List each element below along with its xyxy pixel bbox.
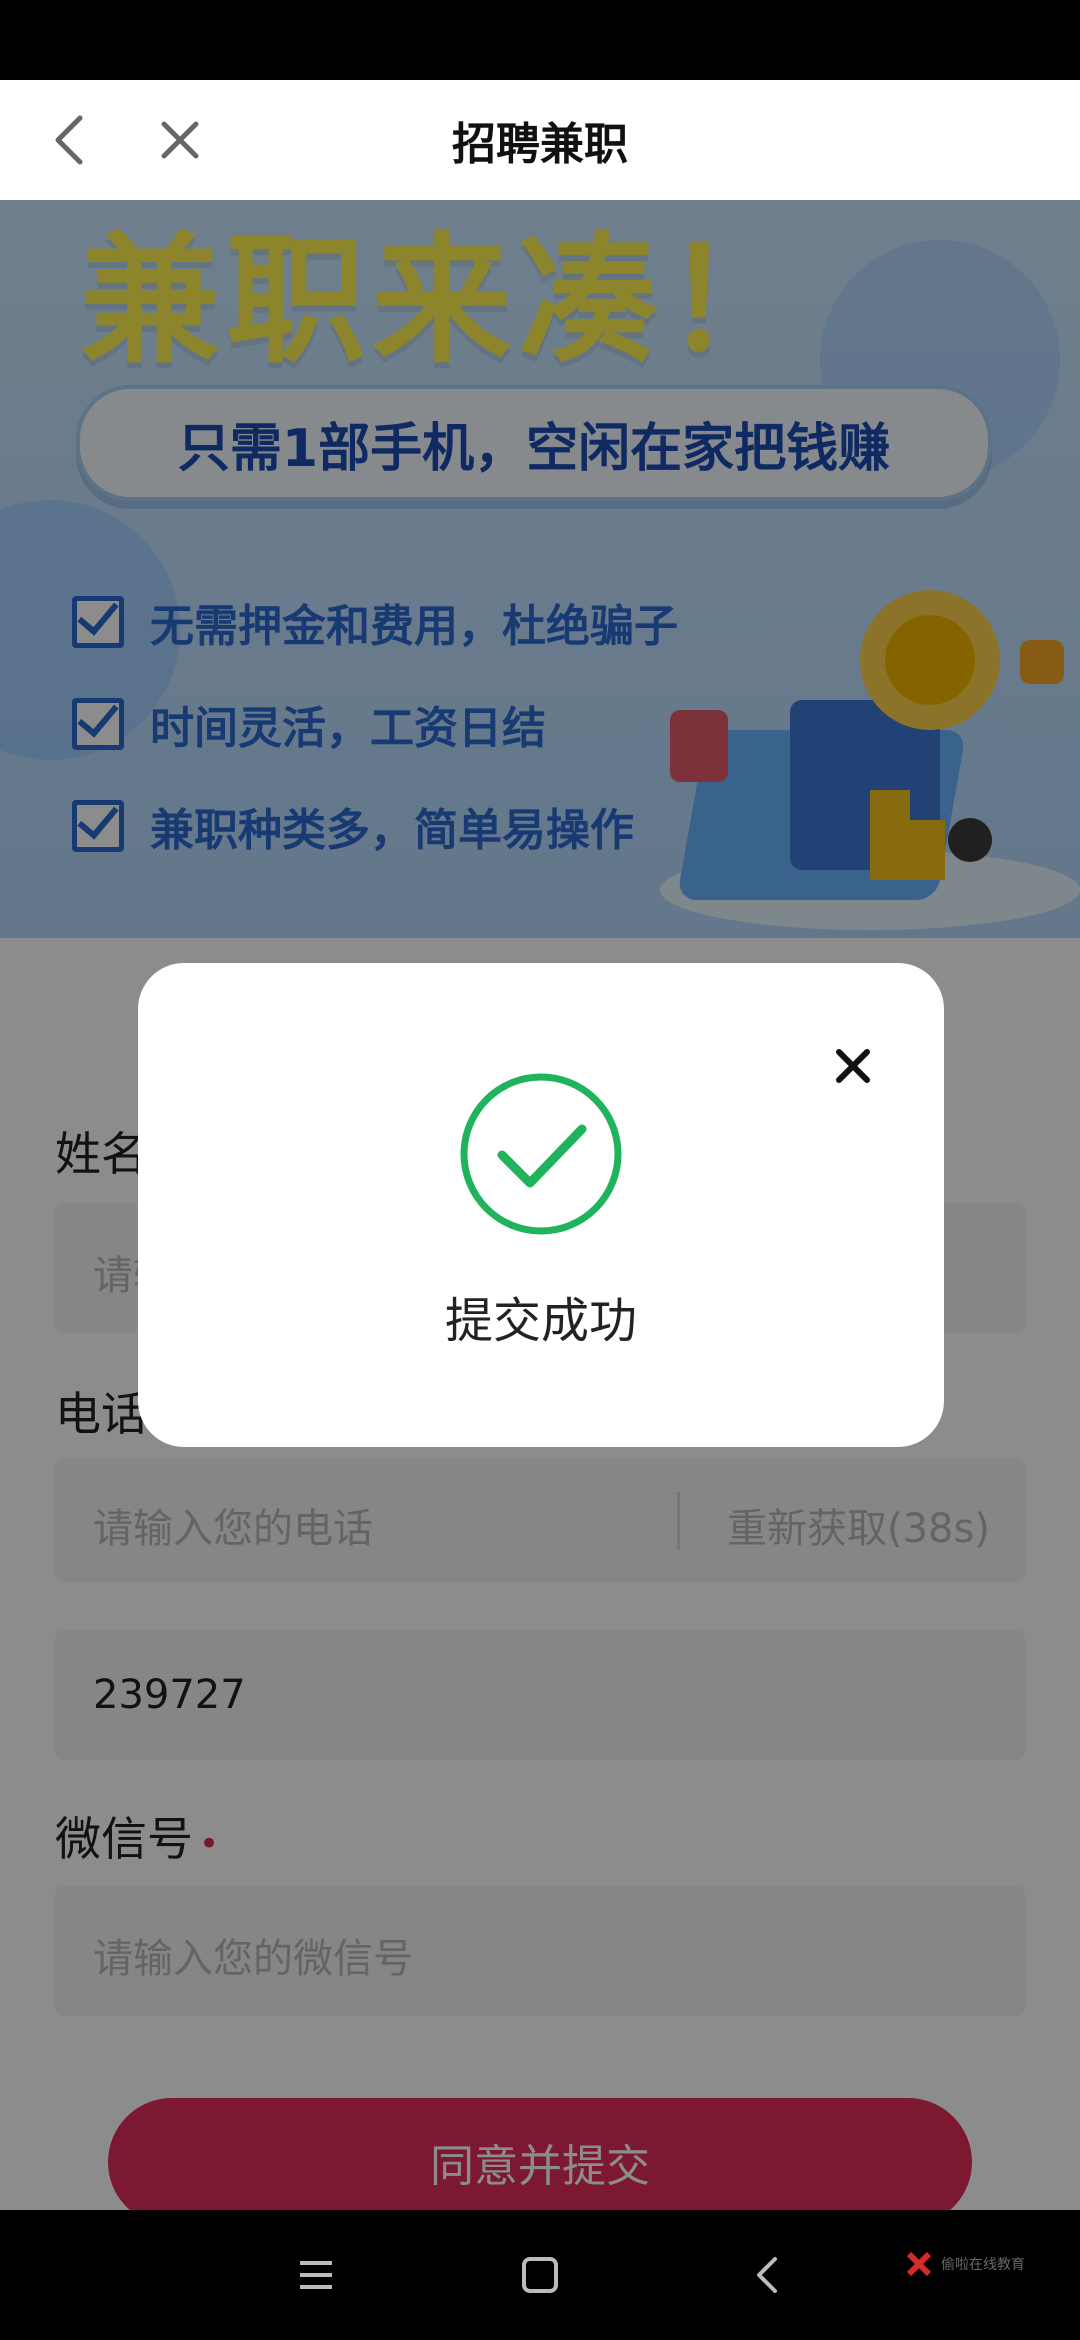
close-icon[interactable] bbox=[140, 100, 220, 180]
watermark-text: 偷啦在线教育 bbox=[941, 2257, 1025, 2273]
top-nav-bar: 招聘兼职 bbox=[0, 80, 1080, 200]
menu-icon[interactable] bbox=[276, 2235, 356, 2315]
success-dialog: 提交成功 bbox=[138, 963, 944, 1447]
watermark: 偷啦在线教育 bbox=[905, 2250, 1025, 2278]
back-chevron-icon[interactable] bbox=[728, 2235, 808, 2315]
close-icon[interactable] bbox=[818, 1031, 888, 1101]
system-nav-bar: 偷啦在线教育 bbox=[0, 2210, 1080, 2340]
page-title: 招聘兼职 bbox=[452, 119, 628, 170]
check-circle-icon bbox=[460, 1073, 622, 1235]
watermark-logo-icon bbox=[906, 2251, 932, 2277]
success-message: 提交成功 bbox=[444, 1293, 637, 1349]
status-bar bbox=[0, 0, 1080, 80]
chevron-left-icon[interactable] bbox=[30, 100, 110, 180]
home-square-icon[interactable] bbox=[500, 2235, 580, 2315]
